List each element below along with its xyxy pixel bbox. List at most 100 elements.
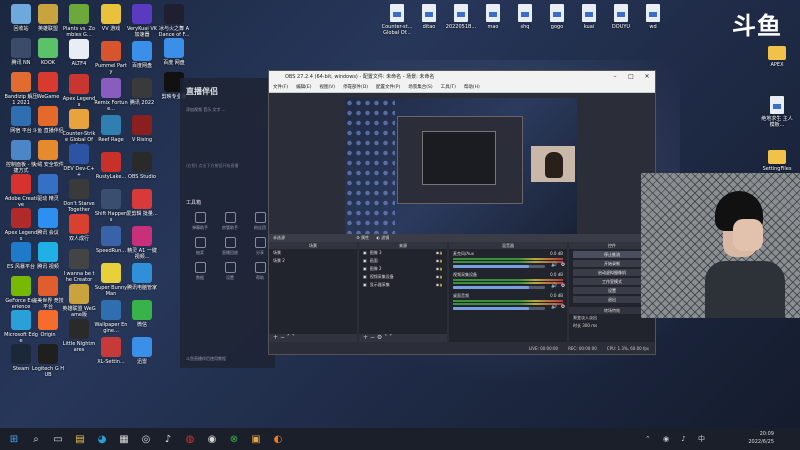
desktop-icon[interactable]: 腾讯 会议 xyxy=(31,208,65,236)
store-icon[interactable]: ▦ xyxy=(116,431,132,447)
desktop-icon[interactable]: Remix Fortune... xyxy=(94,78,128,112)
gear-icon[interactable]: ⚙ xyxy=(561,262,565,268)
desktop-icon[interactable]: 斗鱼 直播伴侣 xyxy=(31,106,65,134)
desktop-icon[interactable]: Reef Rage xyxy=(94,115,128,143)
obs-preview[interactable] xyxy=(345,98,577,234)
control-button[interactable]: 启动虚拟摄像机 xyxy=(573,269,651,276)
desktop-icon[interactable]: V Rising xyxy=(125,115,159,143)
source-item[interactable]: ▣ 视频采集设备 ◉ 🔒 xyxy=(359,273,447,281)
desktop-icon[interactable]: Shift Happens xyxy=(94,189,128,223)
desktop-icon[interactable]: 完美世界 竞技平台 xyxy=(31,276,65,310)
companion-tabs[interactable]: 添加视频 音乐 文字 ... xyxy=(180,105,275,115)
desktop-icon[interactable]: Counter-Strike Global Off... xyxy=(62,109,96,149)
filter-icon[interactable]: ◐ xyxy=(376,235,380,240)
search-icon[interactable]: ⌕ xyxy=(28,431,44,447)
desktop-icon[interactable]: VV 游戏 xyxy=(94,4,128,32)
lock-icon[interactable]: 🔒 xyxy=(439,266,443,272)
control-button[interactable]: 停止推流 xyxy=(573,251,651,258)
tool-item[interactable]: 数据 xyxy=(186,262,214,281)
lock-icon[interactable]: 🔒 xyxy=(439,250,443,256)
desktop-icon[interactable]: Super Bunny Man xyxy=(94,263,128,297)
desktop-icon[interactable]: 百度 网盘 xyxy=(157,38,191,66)
menu-item[interactable]: 停靠部件(D) xyxy=(343,83,368,92)
scene-item[interactable]: 场景 xyxy=(269,249,357,257)
desktop-icon[interactable]: Logitech G HUB xyxy=(31,344,65,378)
netease-icon[interactable]: ◍ xyxy=(182,431,198,447)
down-icon[interactable]: ˅ xyxy=(292,334,295,341)
steam-icon[interactable]: ◎ xyxy=(138,431,154,447)
desktop-icon[interactable]: 英雄联盟 WeGame版 xyxy=(62,284,96,318)
volume-slider[interactable]: 🔊 ⚙ xyxy=(453,304,565,310)
tray-icons[interactable]: ⌃ ◉ ♪ 中 xyxy=(645,434,710,444)
add-icon[interactable]: + xyxy=(363,334,368,341)
speaker-icon[interactable]: 🔊 xyxy=(551,304,557,310)
douyu-icon[interactable]: ◐ xyxy=(270,431,286,447)
gear-icon[interactable]: ⚙ xyxy=(377,334,382,341)
desktop-icon[interactable]: DOUYU xyxy=(604,4,638,30)
speaker-icon[interactable]: 🔊 xyxy=(551,262,557,268)
minimize-icon[interactable]: – xyxy=(607,71,623,83)
filters-button[interactable]: 滤镜 xyxy=(381,235,389,240)
desktop-icon[interactable]: DEV Dev-C++ xyxy=(62,144,96,178)
desktop-icon[interactable]: Don't Starve Together xyxy=(62,179,96,213)
gear-icon[interactable]: ⚙ xyxy=(561,283,565,289)
desktop-icon[interactable]: Plants vs. Zombies G... xyxy=(62,4,96,38)
source-item[interactable]: ▣ 画面 ◉ 🔒 xyxy=(359,257,447,265)
windows-icon[interactable]: ⊞ xyxy=(6,431,22,447)
speaker-icon[interactable]: 🔊 xyxy=(551,283,557,289)
desktop-icon[interactable]: Origin xyxy=(31,310,65,338)
file-explorer-icon[interactable]: ▤ xyxy=(72,431,88,447)
desktop-icon[interactable]: SpeedRun... xyxy=(94,226,128,254)
menu-item[interactable]: 编辑(E) xyxy=(296,83,311,92)
desktop-icon[interactable]: 百度网盘 xyxy=(125,41,159,69)
obs-titlebar[interactable]: OBS 27.2.4 (64-bit, windows) - 配置文件: 未命名… xyxy=(269,71,655,83)
menu-item[interactable]: 配置文件(P) xyxy=(376,83,400,92)
desktop-icon[interactable]: SettingFiles xyxy=(760,148,794,172)
desktop-icon[interactable]: 爱剪辑 批量... xyxy=(125,189,159,217)
desktop-icon[interactable]: shq xyxy=(508,4,542,30)
tool-item[interactable]: 房管助手 xyxy=(216,212,244,231)
source-item[interactable]: ▣ 图像 2 ◉ 🔒 xyxy=(359,265,447,273)
volume-slider[interactable]: 🔊 ⚙ xyxy=(453,283,565,289)
desktop-icon[interactable]: 微信 xyxy=(125,300,159,328)
properties-button[interactable]: 属性 xyxy=(361,235,369,240)
control-button[interactable]: 设置 xyxy=(573,287,651,294)
control-button[interactable]: 开始录制 xyxy=(573,260,651,267)
desktop-icon[interactable]: 英雄联盟 xyxy=(31,4,65,32)
desktop-icon[interactable]: Counter-st... Global Of... xyxy=(380,4,414,36)
source-item[interactable]: ▣ 显示器采集 ◉ 🔒 xyxy=(359,281,447,289)
desktop-icon[interactable]: APEX xyxy=(760,44,794,68)
control-button[interactable]: 退出 xyxy=(573,296,651,303)
tool-item[interactable]: 直播回放 xyxy=(216,237,244,256)
desktop-icon[interactable]: Wallpaper Engine... xyxy=(94,300,128,334)
desktop-icon[interactable]: Pummel Party xyxy=(94,41,128,75)
desktop-icon[interactable]: ALTF4 xyxy=(62,39,96,67)
scene-item[interactable]: 场景 2 xyxy=(269,257,357,265)
desktop-icon[interactable]: 双人成行 xyxy=(62,214,96,242)
menu-item[interactable]: 工具(T) xyxy=(441,83,456,92)
desktop-icon[interactable]: RustyLake... xyxy=(94,152,128,180)
desktop-icon[interactable]: Little Nightmares xyxy=(62,319,96,353)
down-icon[interactable]: ˅ xyxy=(389,334,392,341)
desktop-icon[interactable]: 冰与火之舞 A Dance of F... xyxy=(157,4,191,38)
gear-icon[interactable]: ⚙ xyxy=(561,304,565,310)
add-icon[interactable]: + xyxy=(273,334,278,341)
desktop-icon[interactable]: 2022051B... xyxy=(444,4,478,30)
desktop-icon[interactable]: 绝地求生 主人模板... xyxy=(760,96,794,128)
menu-item[interactable]: 场景集合(S) xyxy=(408,83,432,92)
up-icon[interactable]: ˄ xyxy=(287,334,290,341)
tiktok-icon[interactable]: ♪ xyxy=(160,431,176,447)
xbox-icon[interactable]: ⊗ xyxy=(226,431,242,447)
edge-icon[interactable]: ◕ xyxy=(94,431,110,447)
desktop-icon[interactable]: I wanna be the Creator xyxy=(62,249,96,283)
desktop-icon[interactable]: WeGame xyxy=(31,72,65,100)
desktop-icon[interactable]: OBS Studio xyxy=(125,152,159,180)
desktop-icon[interactable]: KOOK xyxy=(31,38,65,66)
lock-icon[interactable]: 🔒 xyxy=(439,258,443,264)
desktop-icon[interactable]: VeryKuai VK 加速器 xyxy=(125,4,159,38)
task-view-icon[interactable]: ▭ xyxy=(50,431,66,447)
desktop-icon[interactable]: 精灵 A1 一键 视频... xyxy=(125,226,159,260)
desktop-icon[interactable]: ditao xyxy=(412,4,446,30)
menu-item[interactable]: 文件(F) xyxy=(273,83,288,92)
source-item[interactable]: ▣ 图像 3 ◉ 🔒 xyxy=(359,249,447,257)
